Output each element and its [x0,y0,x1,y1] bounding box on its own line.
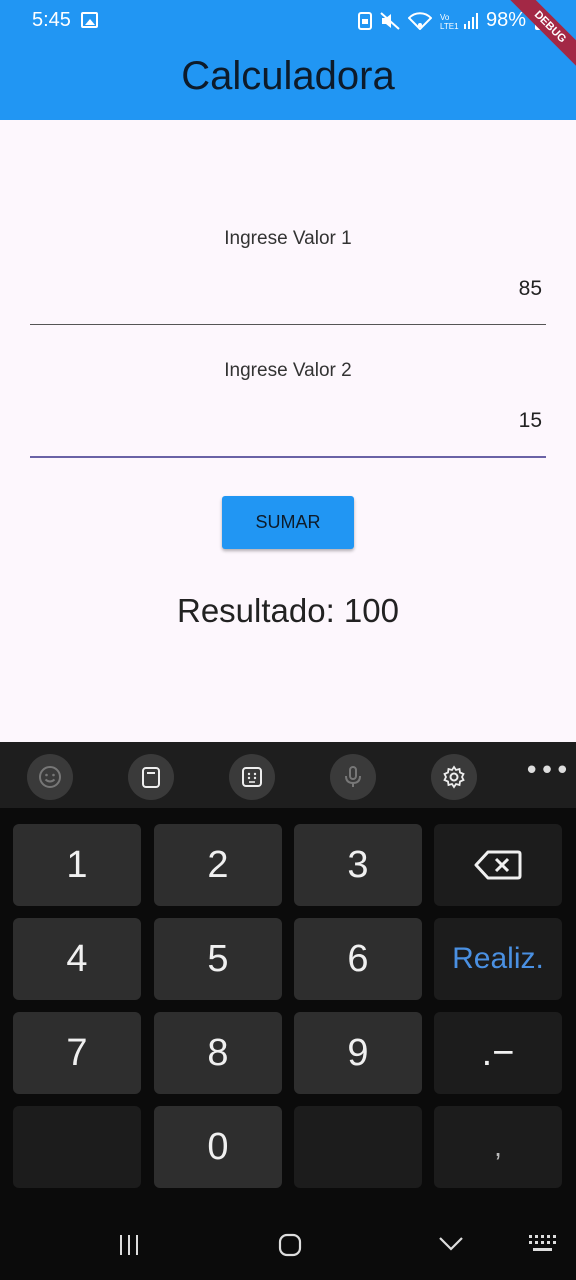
field2-input[interactable]: 15 [519,409,542,433]
field1-input[interactable]: 85 [519,277,542,301]
blank-key-right [294,1106,422,1188]
recent-apps-icon[interactable] [118,1234,140,1256]
wifi-icon [407,11,432,30]
keyboard-toolbar: ••• [0,742,576,808]
done-key[interactable]: Realiz. [434,918,562,1000]
mute-icon [380,11,400,30]
keyboard-switch-icon[interactable] [528,1234,558,1254]
field2-label: Ingrese Valor 2 [224,360,352,381]
backspace-icon [474,850,522,880]
key-4[interactable]: 4 [13,918,141,1000]
key-6[interactable]: 6 [294,918,422,1000]
svg-text:LTE1: LTE1 [440,22,459,30]
image-notification-icon [81,12,98,28]
svg-text:Vo: Vo [440,13,450,22]
status-icons: Vo LTE1 98% [357,9,546,32]
hide-keyboard-icon[interactable] [438,1236,464,1252]
emoji-icon[interactable] [27,754,73,800]
home-icon[interactable] [278,1233,302,1257]
key-1[interactable]: 1 [13,824,141,906]
field1-underline [30,324,546,325]
microphone-icon[interactable] [330,754,376,800]
key-7[interactable]: 7 [13,1012,141,1094]
battery-percent: 98% [485,9,526,31]
result-text: Resultado: 100 [177,592,399,629]
key-5[interactable]: 5 [154,918,282,1000]
app-bar: 5:45 Vo LTE1 98% Calculadora DEBUG [0,0,576,120]
key-3[interactable]: 3 [294,824,422,906]
key-0[interactable]: 0 [154,1106,282,1188]
clipboard-icon[interactable] [128,754,174,800]
lte-signal-icon: VoLTE1 [440,12,478,30]
settings-icon[interactable] [431,754,477,800]
status-time: 5:45 [32,9,71,31]
comma-key[interactable]: , [434,1106,562,1188]
blank-key-left [13,1106,141,1188]
navigation-bar [0,1210,576,1280]
key-2[interactable]: 2 [154,824,282,906]
keypad-icon[interactable] [229,754,275,800]
vibrate-lock-icon [357,11,372,30]
more-icon[interactable]: ••• [524,758,570,790]
backspace-key[interactable] [434,824,562,906]
key-9[interactable]: 9 [294,1012,422,1094]
key-8[interactable]: 8 [154,1012,282,1094]
field1-label: Ingrese Valor 1 [224,228,352,249]
sumar-button[interactable]: SUMAR [222,496,354,549]
dot-minus-key[interactable]: .− [434,1012,562,1094]
field2-underline [30,456,546,458]
status-bar: 5:45 Vo LTE1 98% [0,0,576,44]
page-title: Calculadora [181,54,395,98]
numeric-keyboard: ••• 1 2 3 4 5 6 Realiz. 7 8 9 .− 0 , [0,742,576,1280]
